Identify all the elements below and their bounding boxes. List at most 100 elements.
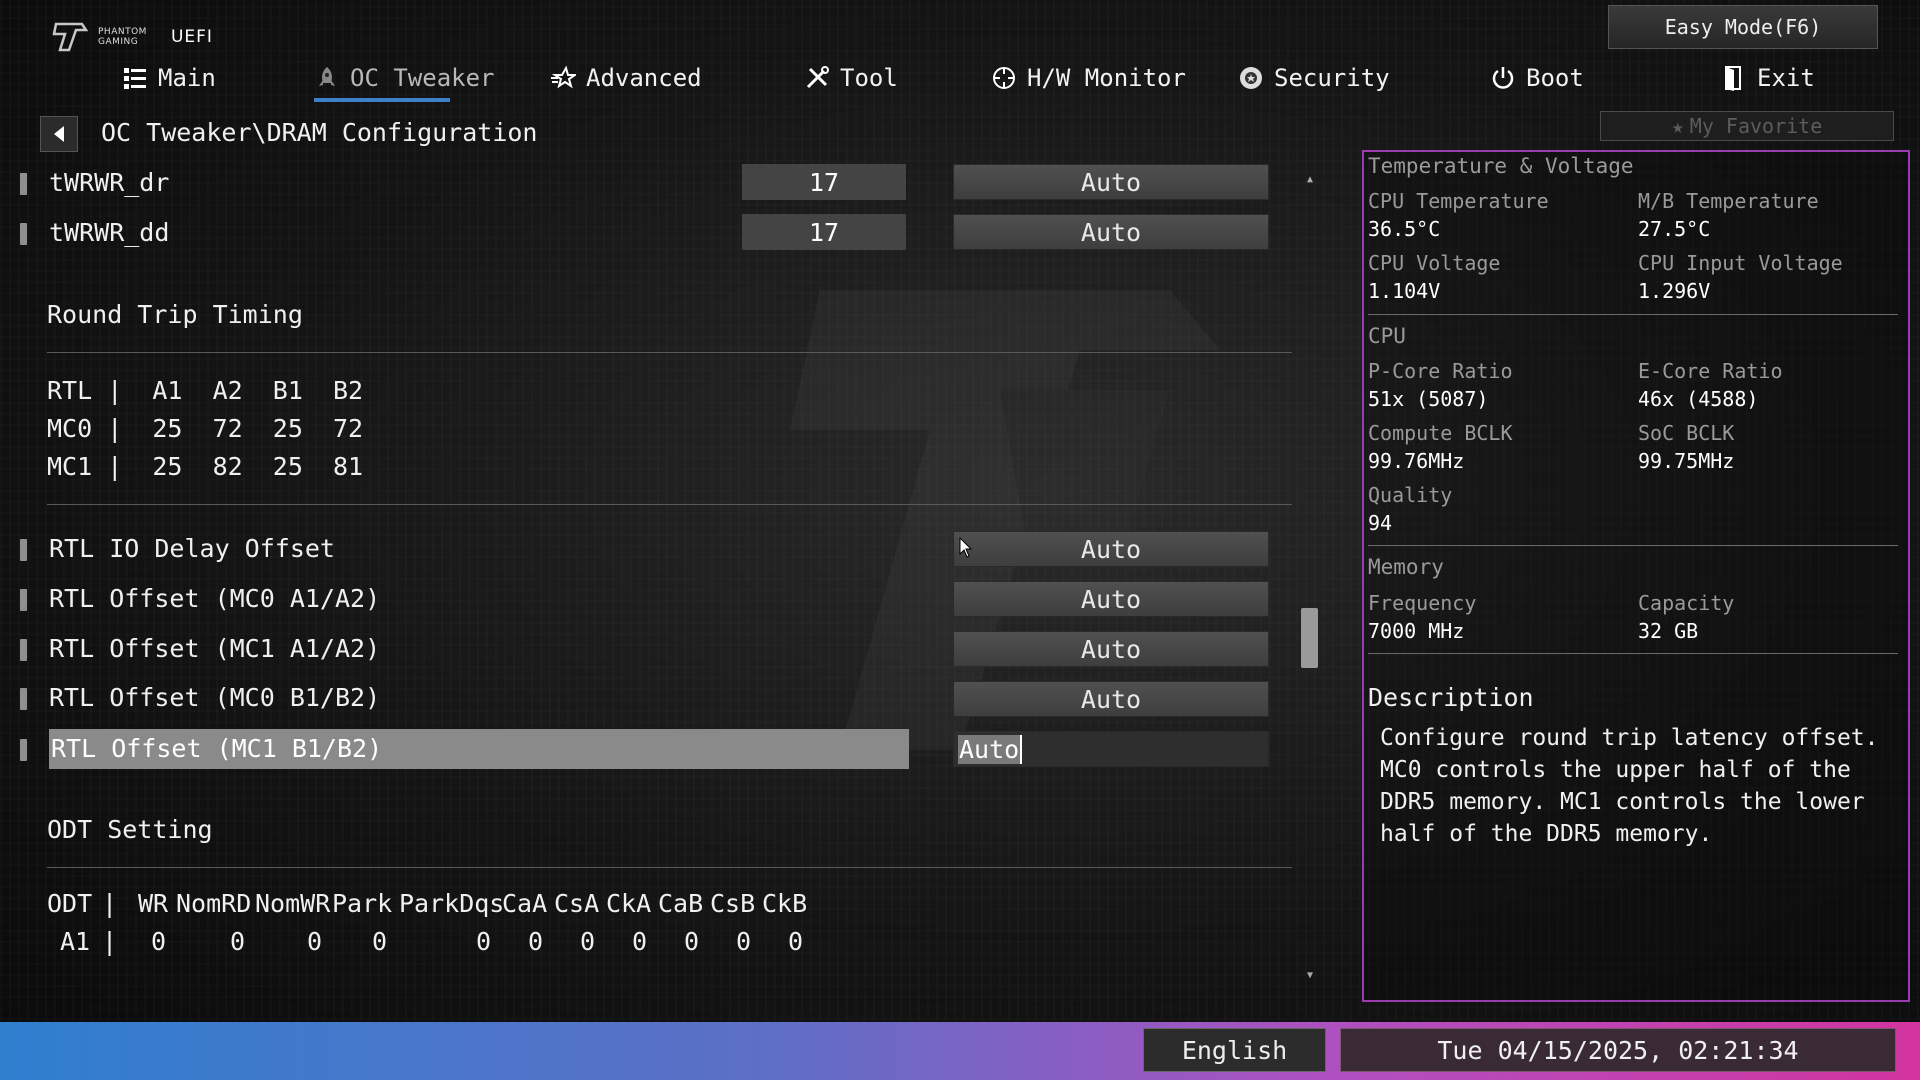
frequency-value: 7000 MHz <box>1368 619 1465 643</box>
pcore-ratio-value: 51x (5087) <box>1368 387 1489 411</box>
twrwr-dd-current-value: 17 <box>742 214 906 250</box>
scrollbar-thumb[interactable] <box>1301 608 1318 668</box>
odt-header-cell: WR <box>138 889 169 918</box>
odt-cell: 0 <box>307 927 323 956</box>
tab-advanced-label: Advanced <box>586 64 702 92</box>
row-marker <box>20 223 27 245</box>
tab-exit[interactable]: Exit <box>1721 55 1815 101</box>
divider <box>47 504 1292 505</box>
back-arrow-icon <box>54 126 64 142</box>
breadcrumb: OC Tweaker\DRAM Configuration <box>101 118 538 147</box>
ecore-ratio-label: E-Core Ratio <box>1638 359 1783 383</box>
mb-temp-value: 27.5°C <box>1638 217 1711 241</box>
tab-advanced[interactable]: Advanced <box>550 55 702 101</box>
twrwr-dr-select[interactable]: Auto <box>953 164 1269 200</box>
active-tab-indicator <box>314 98 450 102</box>
setting-label-selected: RTL Offset (MC1 B1/B2) <box>49 729 909 769</box>
odt-cell: 0 <box>684 927 700 956</box>
memory-heading: Memory <box>1368 555 1444 579</box>
panel-divider <box>1368 314 1898 315</box>
odt-cell: 0 <box>372 927 388 956</box>
twrwr-dd-select[interactable]: Auto <box>953 214 1269 250</box>
odt-cell: 0 <box>528 927 544 956</box>
easy-mode-button[interactable]: Easy Mode(F6) <box>1608 5 1878 49</box>
tab-main[interactable]: Main <box>122 55 216 101</box>
odt-cell: A1 <box>60 927 91 956</box>
ecore-ratio-value: 46x (4588) <box>1638 387 1759 411</box>
rtl-header-line: RTL | A1 A2 B1 B2 <box>47 376 364 405</box>
logo-uefi: UEFI <box>170 27 213 47</box>
row-marker <box>20 739 27 761</box>
odt-header-cell: NomWR <box>255 889 331 918</box>
cpu-input-voltage-label: CPU Input Voltage <box>1638 251 1843 275</box>
round-trip-title: Round Trip Timing <box>47 300 303 329</box>
star-icon <box>551 65 576 89</box>
rocket-icon <box>319 67 335 86</box>
odt-header-cell: | <box>102 889 118 918</box>
odt-header-cell: CkA <box>606 889 652 918</box>
row-marker <box>20 589 27 611</box>
cpu-heading: CPU <box>1368 324 1406 348</box>
tab-oc-tweaker-label: OC Tweaker <box>350 64 495 92</box>
back-button[interactable] <box>40 116 78 152</box>
cpu-temp-label: CPU Temperature <box>1368 189 1549 213</box>
rtl-mc1-b-input[interactable]: Auto <box>953 731 1269 767</box>
star-favorite-icon: ★ <box>1671 114 1684 138</box>
setting-label: tWRWR_dr <box>49 168 170 197</box>
power-icon <box>1492 67 1514 89</box>
odt-cell: 0 <box>580 927 596 956</box>
description-heading: Description <box>1368 683 1534 712</box>
row-marker <box>20 639 27 661</box>
odt-title: ODT Setting <box>47 815 213 844</box>
tab-tool[interactable]: Tool <box>804 55 898 101</box>
odt-header-cell: CsA <box>554 889 600 918</box>
odt-cell: 0 <box>736 927 752 956</box>
row-marker <box>20 688 27 710</box>
tab-oc-tweaker[interactable]: OC Tweaker <box>314 55 495 101</box>
mouse-cursor-icon <box>959 537 973 558</box>
rtl-mc1-a-select[interactable]: Auto <box>953 631 1269 667</box>
tools-icon <box>806 66 829 89</box>
pcore-ratio-label: P-Core Ratio <box>1368 359 1513 383</box>
logo-line1: PHANTOM <box>98 27 147 37</box>
odt-cell: 0 <box>230 927 246 956</box>
my-favorite-button[interactable]: ★ My Favorite <box>1600 111 1894 141</box>
rtl-mc0-a-select[interactable]: Auto <box>953 581 1269 617</box>
tab-boot[interactable]: Boot <box>1490 55 1584 101</box>
rtl-mc1-b-value: Auto <box>958 734 1023 764</box>
divider <box>47 867 1292 868</box>
tab-security[interactable]: Security <box>1238 55 1390 101</box>
compute-bclk-label: Compute BCLK <box>1368 421 1513 445</box>
odt-cell: 0 <box>788 927 804 956</box>
tab-main-label: Main <box>158 64 216 92</box>
scroll-down-arrow-icon[interactable]: ▼ <box>1303 968 1317 982</box>
odt-cell: 0 <box>476 927 492 956</box>
setting-label: RTL Offset (MC0 B1/B2) <box>49 683 381 712</box>
setting-label: RTL Offset (MC0 A1/A2) <box>49 584 381 613</box>
cpu-input-voltage-value: 1.296V <box>1638 279 1711 303</box>
tab-security-label: Security <box>1274 64 1390 92</box>
language-button[interactable]: English <box>1143 1028 1326 1072</box>
odt-header-cell: CkB <box>762 889 808 918</box>
compute-bclk-value: 99.76MHz <box>1368 449 1465 473</box>
divider <box>47 352 1292 353</box>
capacity-value: 32 GB <box>1638 619 1699 643</box>
scroll-up-arrow-icon[interactable]: ▲ <box>1303 172 1317 186</box>
tab-exit-label: Exit <box>1757 64 1815 92</box>
tab-boot-label: Boot <box>1526 64 1584 92</box>
main-nav: Main OC Tweaker Advanced Tool H/W Monito… <box>0 55 1920 101</box>
rtl-io-delay-select[interactable]: Auto <box>953 531 1269 567</box>
quality-label: Quality <box>1368 483 1453 507</box>
odt-cell: | <box>102 927 118 956</box>
odt-header-cell: ParkDqs <box>399 889 505 918</box>
rtl-mc0-b-select[interactable]: Auto <box>953 681 1269 717</box>
phantom-gaming-logo-icon <box>52 22 88 52</box>
tab-hw-monitor[interactable]: H/W Monitor <box>991 55 1186 101</box>
row-marker <box>20 173 27 195</box>
tab-tool-label: Tool <box>840 64 898 92</box>
odt-header-cell: ODT <box>47 889 93 918</box>
shield-icon <box>1240 67 1262 89</box>
twrwr-dr-current-value: 17 <box>742 164 906 200</box>
monitor-icon <box>993 67 1015 89</box>
mb-temp-label: M/B Temperature <box>1638 189 1819 213</box>
